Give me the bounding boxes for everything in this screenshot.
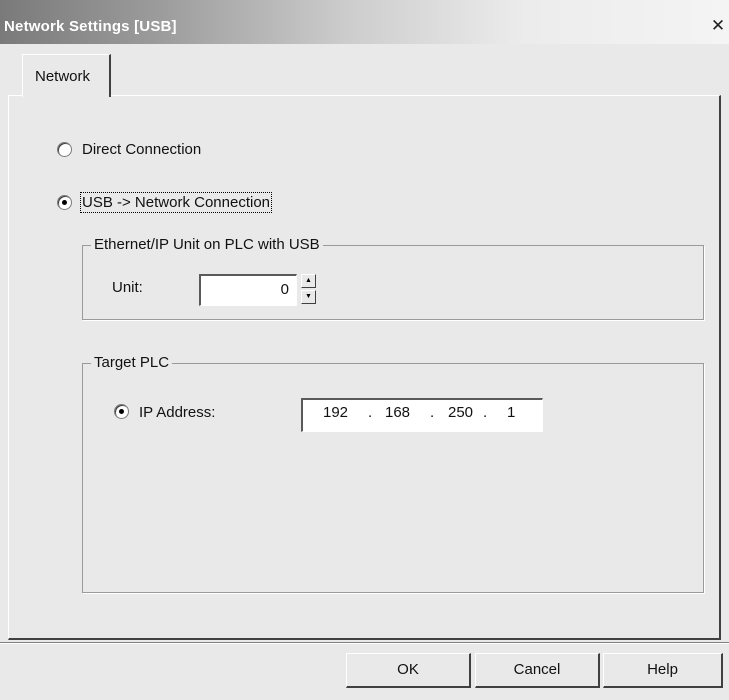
ip-octet-4: 1 xyxy=(507,404,516,421)
ip-octet-3: 250 xyxy=(448,404,474,421)
unit-spin-down-icon[interactable]: ▼ xyxy=(301,290,316,304)
title-bar: Network Settings [USB] ✕ xyxy=(0,0,729,44)
tab-network[interactable]: Network xyxy=(22,54,111,97)
ip-dot-3: . xyxy=(483,404,488,421)
tab-label: Network xyxy=(35,68,91,85)
unit-label: Unit: xyxy=(112,279,143,296)
ip-address-input[interactable]: 192 . 168 . 250 . 1 xyxy=(301,398,543,432)
help-button[interactable]: Help xyxy=(603,653,723,688)
ip-dot-1: . xyxy=(368,404,373,421)
button-separator xyxy=(0,642,729,644)
ok-button[interactable]: OK xyxy=(346,653,471,688)
direct-connection-radio[interactable] xyxy=(57,142,72,157)
ip-address-label[interactable]: IP Address: xyxy=(139,404,215,421)
window-title: Network Settings [USB] xyxy=(4,18,177,35)
target-plc-group-legend: Target PLC xyxy=(91,354,173,371)
usb-network-connection-radio[interactable] xyxy=(57,195,72,210)
network-settings-dialog: Network Settings [USB] ✕ Network Direct … xyxy=(0,0,729,700)
unit-input[interactable]: 0 xyxy=(199,274,297,306)
ethernet-ip-group xyxy=(82,245,704,320)
ip-octet-1: 192 xyxy=(323,404,349,421)
direct-connection-label[interactable]: Direct Connection xyxy=(82,141,201,158)
usb-network-connection-label[interactable]: USB -> Network Connection xyxy=(80,192,272,213)
close-icon[interactable]: ✕ xyxy=(710,17,726,34)
ip-dot-2: . xyxy=(430,404,435,421)
cancel-button[interactable]: Cancel xyxy=(475,653,600,688)
unit-value: 0 xyxy=(280,281,289,298)
ethernet-ip-group-legend: Ethernet/IP Unit on PLC with USB xyxy=(91,236,323,253)
ip-octet-2: 168 xyxy=(385,404,411,421)
ip-address-radio[interactable] xyxy=(114,404,129,419)
unit-spin-up-icon[interactable]: ▲ xyxy=(301,274,316,288)
